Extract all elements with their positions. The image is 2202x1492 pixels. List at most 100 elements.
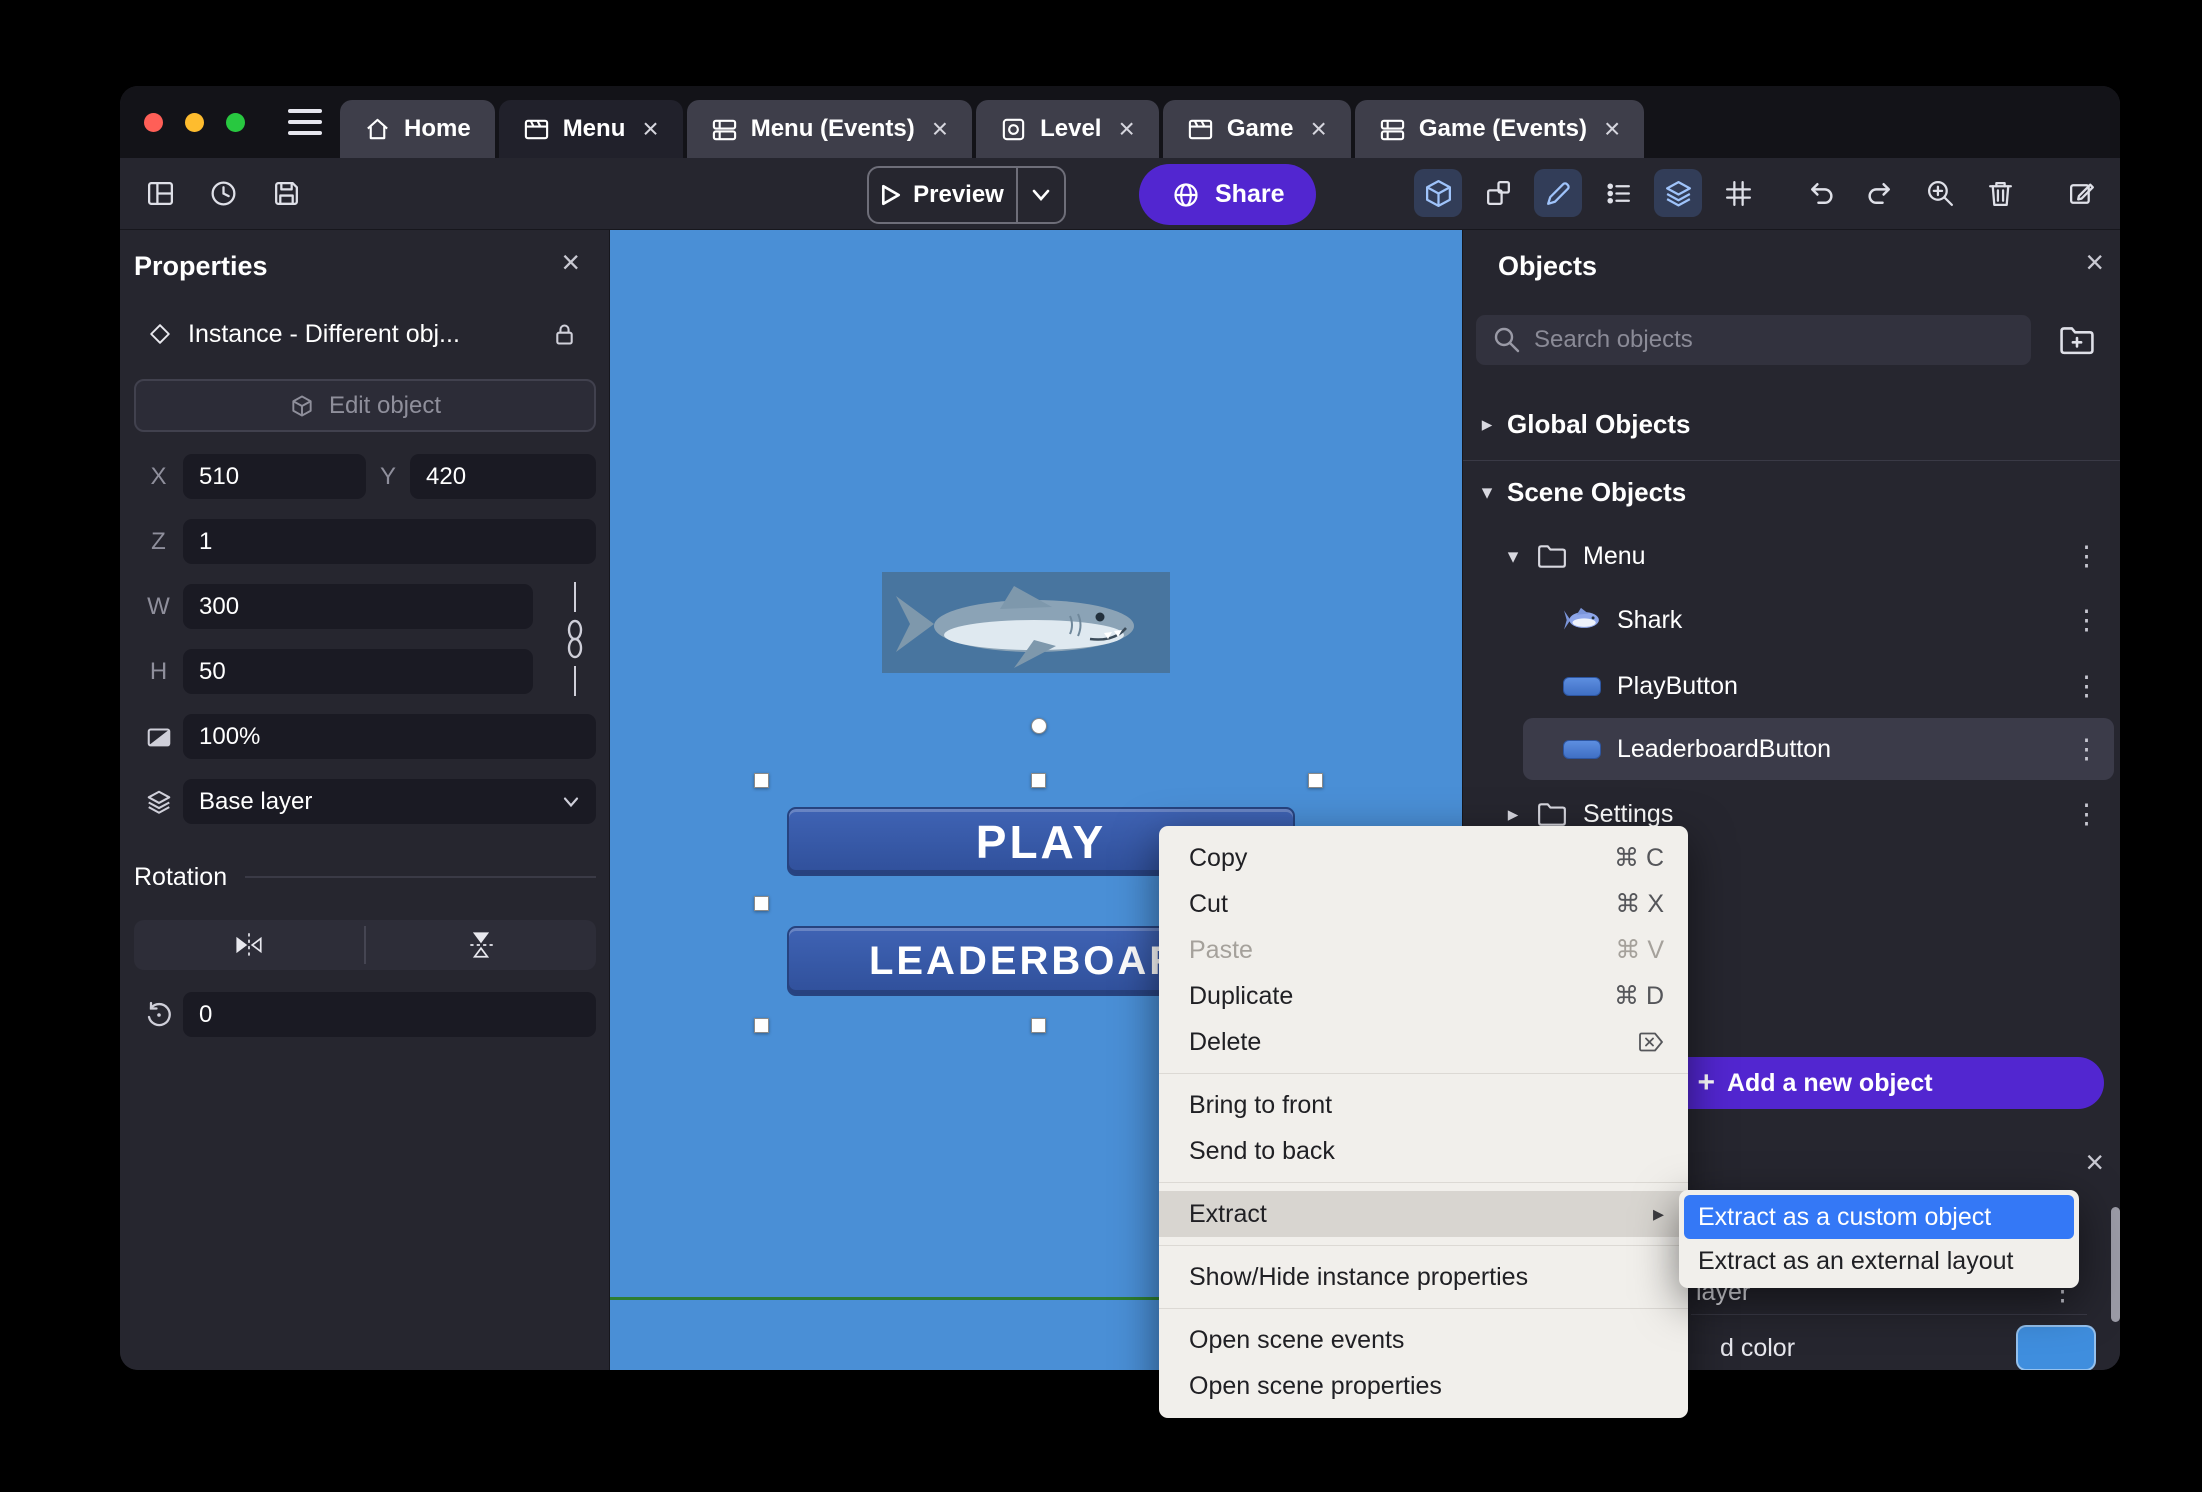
undo-button[interactable] xyxy=(1796,169,1844,217)
menu-item-send-to-back[interactable]: Send to back xyxy=(1159,1128,1688,1174)
background-color-swatch[interactable] xyxy=(2016,1325,2096,1370)
tab-close-icon[interactable]: × xyxy=(1311,115,1327,143)
tab-label: Level xyxy=(1040,115,1102,142)
share-button[interactable]: Share xyxy=(1139,164,1317,225)
tree-object-shark[interactable]: Shark ⋮ xyxy=(1463,588,2120,652)
tab-home[interactable]: Home xyxy=(340,100,495,158)
rotation-angle-input[interactable] xyxy=(183,992,596,1037)
instances-list-button[interactable] xyxy=(1594,169,1642,217)
layers-panel-button[interactable] xyxy=(1654,169,1702,217)
flip-horizontal-button[interactable] xyxy=(134,920,364,970)
kebab-menu-icon[interactable]: ⋮ xyxy=(2073,606,2100,634)
preview-options-button[interactable] xyxy=(1016,168,1064,222)
scrollbar[interactable] xyxy=(2111,1207,2120,1322)
new-folder-button[interactable] xyxy=(2057,322,2097,358)
zoom-button[interactable] xyxy=(1916,169,1964,217)
kebab-menu-icon[interactable]: ⋮ xyxy=(2073,672,2100,700)
selection-handle[interactable] xyxy=(754,896,769,911)
tab-level[interactable]: Level × xyxy=(976,100,1159,158)
layer-select[interactable]: Base layer xyxy=(183,779,596,824)
submenu-item-extract-external-layout[interactable]: Extract as an external layout xyxy=(1684,1239,2074,1283)
objects-panel-title: Objects xyxy=(1498,250,1598,281)
chain-link-icon xyxy=(567,619,583,659)
tab-close-icon[interactable]: × xyxy=(932,115,948,143)
global-objects-section[interactable]: ▸ Global Objects xyxy=(1463,402,2120,446)
folder-label: Settings xyxy=(1583,799,1674,828)
zoom-icon xyxy=(1927,180,1953,206)
menu-item-open-scene-events[interactable]: Open scene events xyxy=(1159,1317,1688,1363)
undo-icon xyxy=(1810,182,1833,204)
preview-button[interactable]: Preview xyxy=(867,166,1066,224)
menu-item-cut[interactable]: Cut ⌘ X xyxy=(1159,881,1688,927)
project-manager-button[interactable] xyxy=(136,169,184,217)
extract-submenu: Extract as a custom object Extract as an… xyxy=(1679,1190,2079,1288)
y-input[interactable] xyxy=(410,454,596,499)
z-input[interactable] xyxy=(183,519,596,564)
maximize-window-button[interactable] xyxy=(226,113,245,132)
toggle-3d-view-button[interactable] xyxy=(1414,169,1462,217)
tab-game[interactable]: Game × xyxy=(1162,100,1351,158)
submenu-arrow-icon: ▸ xyxy=(1652,1201,1664,1226)
close-properties-icon[interactable]: × xyxy=(561,246,580,278)
tree-object-playbutton[interactable]: PlayButton ⋮ xyxy=(1463,654,2120,718)
delete-button[interactable] xyxy=(1976,169,2024,217)
tab-label: Game xyxy=(1226,115,1294,142)
tab-strip: Home Menu × Menu (Events) × Level × Game… xyxy=(340,100,1648,158)
menu-item-paste: Paste ⌘ V xyxy=(1189,935,1664,965)
chevron-right-icon: ▸ xyxy=(1481,412,1493,436)
opacity-input[interactable] xyxy=(183,714,596,759)
menu-item-duplicate[interactable]: Duplicate ⌘ D xyxy=(1159,973,1688,1019)
object-label: LeaderboardButton xyxy=(1617,734,1832,763)
menu-item-copy[interactable]: Copy ⌘ C xyxy=(1159,835,1688,881)
menu-item-show-hide-instance-properties[interactable]: Show/Hide instance properties xyxy=(1159,1254,1688,1300)
rename-scene-button[interactable] xyxy=(2058,169,2106,217)
grid-button[interactable] xyxy=(1714,169,1762,217)
selection-handle[interactable] xyxy=(754,1018,769,1033)
history-button[interactable] xyxy=(199,169,247,217)
kebab-menu-icon[interactable]: ⋮ xyxy=(2073,800,2100,828)
tree-folder-menu[interactable]: ▾ Menu ⋮ xyxy=(1463,524,2120,588)
height-input[interactable] xyxy=(183,649,533,694)
flip-vertical-icon xyxy=(469,932,493,958)
redo-button[interactable] xyxy=(1856,169,1904,217)
submenu-item-extract-custom-object[interactable]: Extract as a custom object xyxy=(1684,1195,2074,1239)
menu-separator xyxy=(1159,1308,1688,1309)
selection-handle[interactable] xyxy=(1031,773,1046,788)
lock-icon[interactable] xyxy=(551,321,578,348)
search-objects-input[interactable] xyxy=(1476,315,2031,365)
tab-menu-events[interactable]: Menu (Events) × xyxy=(686,100,973,158)
aspect-ratio-lock[interactable] xyxy=(558,582,592,696)
close-objects-icon[interactable]: × xyxy=(2085,246,2104,278)
chevron-down-icon xyxy=(563,796,579,807)
selection-handle[interactable] xyxy=(754,773,769,788)
tree-object-leaderboardbutton-selected[interactable]: LeaderboardButton ⋮ xyxy=(1523,718,2114,780)
tab-menu[interactable]: Menu × xyxy=(498,100,683,158)
selection-handle[interactable] xyxy=(1031,1018,1046,1033)
tab-game-events[interactable]: Game (Events) × xyxy=(1354,100,1645,158)
menu-item-delete[interactable]: Delete xyxy=(1159,1019,1688,1065)
edit-mode-button[interactable] xyxy=(1534,169,1582,217)
shark-sprite[interactable] xyxy=(882,572,1170,673)
tab-close-icon[interactable]: × xyxy=(642,115,658,143)
kebab-menu-icon[interactable]: ⋮ xyxy=(2073,542,2100,570)
save-button[interactable] xyxy=(262,169,310,217)
close-bottom-panel-icon[interactable]: × xyxy=(2085,1146,2104,1178)
minimize-window-button[interactable] xyxy=(185,113,204,132)
toolbar: Preview Share xyxy=(120,158,2120,230)
main-menu-icon[interactable] xyxy=(288,109,322,135)
edit-object-button[interactable]: Edit object xyxy=(134,379,596,432)
flip-vertical-button[interactable] xyxy=(366,920,596,970)
tab-close-icon[interactable]: × xyxy=(1604,115,1620,143)
menu-item-bring-to-front[interactable]: Bring to front xyxy=(1159,1082,1688,1128)
x-input[interactable] xyxy=(183,454,366,499)
kebab-menu-icon[interactable]: ⋮ xyxy=(2073,735,2100,763)
objects-editor-button[interactable] xyxy=(1474,169,1522,217)
width-input[interactable] xyxy=(183,584,533,629)
rotation-handle[interactable] xyxy=(1031,718,1047,734)
scene-objects-section[interactable]: ▾ Scene Objects xyxy=(1463,470,2120,514)
tab-close-icon[interactable]: × xyxy=(1118,115,1134,143)
menu-item-extract[interactable]: Extract ▸ xyxy=(1159,1191,1688,1237)
selection-handle[interactable] xyxy=(1308,773,1323,788)
menu-item-open-scene-properties[interactable]: Open scene properties xyxy=(1159,1363,1688,1409)
close-window-button[interactable] xyxy=(144,113,163,132)
